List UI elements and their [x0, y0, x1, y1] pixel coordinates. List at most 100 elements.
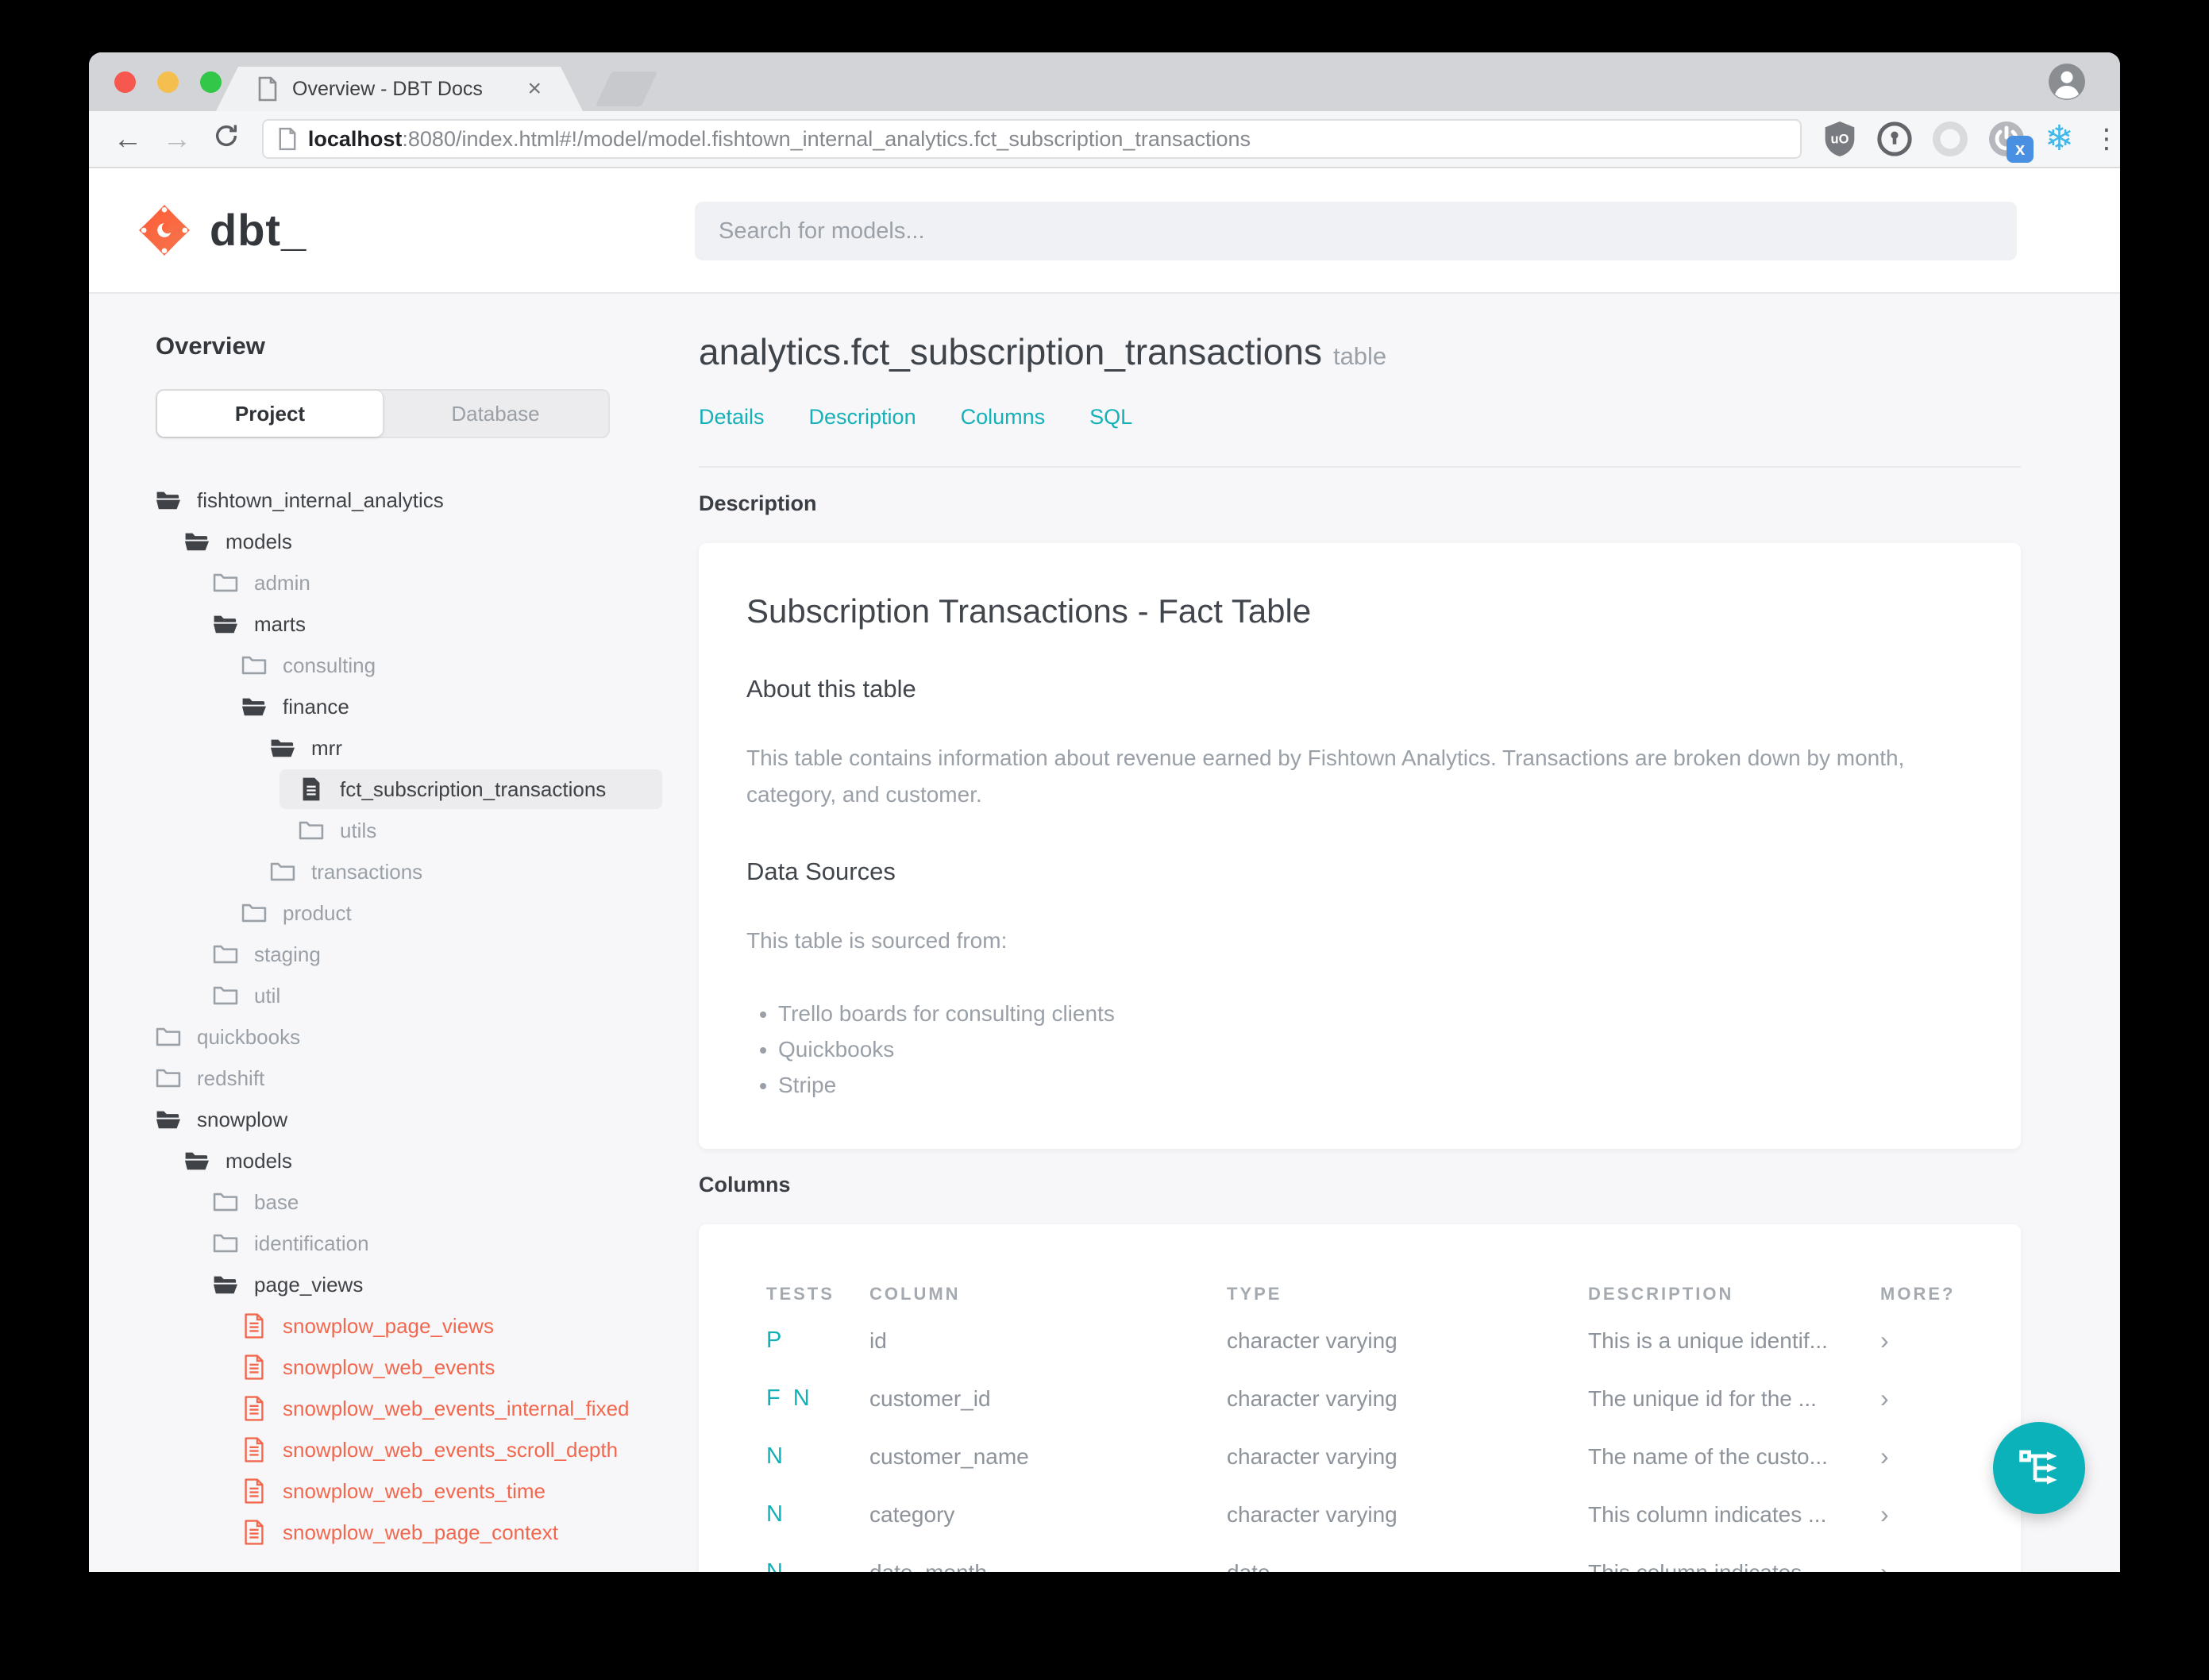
tree-item[interactable]: finance: [89, 686, 699, 727]
tree-item[interactable]: fishtown_internal_analytics: [89, 480, 699, 521]
tree-item[interactable]: snowplow_web_events_scroll_depth: [89, 1429, 699, 1470]
model-nav-link[interactable]: SQL: [1089, 405, 1132, 430]
browser-menu-icon[interactable]: ⋮: [2093, 123, 2120, 155]
tree-item[interactable]: snowplow_web_events: [89, 1347, 699, 1388]
tree-item-label: snowplow_web_events_internal_fixed: [283, 1396, 630, 1420]
model-nav-link[interactable]: Details: [699, 405, 765, 430]
column-header: TESTS: [766, 1284, 835, 1304]
file-icon: [245, 1354, 264, 1380]
column-row[interactable]: N customer_name character varying The na…: [699, 1428, 2021, 1485]
dbt-logo-text: dbt_: [210, 205, 307, 255]
tree-item[interactable]: consulting: [89, 645, 699, 686]
resource-type-badge: table: [1332, 342, 1387, 370]
browser-tabstrip: Overview - DBT Docs ×: [89, 52, 2120, 111]
folder-open-icon: [241, 698, 267, 716]
column-tests: N: [766, 1443, 786, 1469]
model-nav-link[interactable]: Columns: [961, 405, 1046, 430]
doc-about-text: This table contains information about re…: [746, 746, 1905, 807]
sidebar-heading: Overview: [156, 332, 265, 360]
folder-open-icon: [184, 1152, 210, 1170]
tab-close-icon[interactable]: ×: [527, 75, 542, 102]
expand-chevron-icon[interactable]: ›: [1880, 1558, 2021, 1572]
expand-chevron-icon[interactable]: ›: [1880, 1326, 2021, 1355]
app-header: dbt_: [89, 168, 2120, 294]
tree-item[interactable]: models: [89, 1140, 699, 1181]
back-button[interactable]: ←: [103, 122, 152, 156]
tree-item[interactable]: redshift: [89, 1058, 699, 1099]
folder-closed-icon: [213, 573, 238, 592]
power-extension-icon[interactable]: x: [1987, 120, 2034, 163]
page-title: analytics.fct_subscription_transactions: [699, 331, 1322, 372]
snowflake-extension-icon[interactable]: ❄: [2045, 121, 2074, 156]
tree-item-label: finance: [283, 694, 349, 719]
lineage-graph-fab[interactable]: [1993, 1422, 2085, 1514]
tree-item[interactable]: snowplow_web_events_internal_fixed: [89, 1388, 699, 1429]
folder-closed-icon: [241, 904, 267, 923]
tree-item[interactable]: base: [89, 1181, 699, 1223]
expand-chevron-icon[interactable]: ›: [1880, 1500, 2021, 1529]
column-header: COLUMN: [869, 1284, 961, 1304]
model-nav-link[interactable]: Description: [809, 405, 916, 430]
url-bar[interactable]: localhost:8080/index.html#!/model/model.…: [261, 119, 1802, 159]
source-toggle-option[interactable]: Project: [157, 391, 383, 437]
pocket-extension-icon[interactable]: [1932, 121, 1968, 157]
browser-tab[interactable]: Overview - DBT Docs ×: [216, 67, 583, 111]
tree-item[interactable]: snowplow_page_views: [89, 1305, 699, 1347]
reload-button[interactable]: [202, 122, 251, 156]
column-type: character varying: [1227, 1443, 1397, 1469]
tree-item-label: base: [254, 1189, 299, 1214]
tree-item[interactable]: fct_subscription_transactions: [89, 769, 699, 810]
tree-item[interactable]: transactions: [89, 851, 699, 892]
forward-button[interactable]: →: [152, 122, 202, 156]
tree-item-label: product: [283, 900, 352, 925]
dbt-logo[interactable]: dbt_: [138, 204, 306, 256]
svg-text:uO: uO: [1831, 133, 1849, 147]
column-type: character varying: [1227, 1327, 1397, 1353]
file-icon: [245, 1396, 264, 1421]
columns-table-header: TESTS COLUMN TYPE DESCRIPTION MORE?: [699, 1277, 2021, 1312]
tree-item[interactable]: quickbooks: [89, 1016, 699, 1058]
new-tab-button[interactable]: [595, 71, 658, 106]
ublock-extension-icon[interactable]: uO: [1822, 120, 1857, 158]
tree-item[interactable]: mrr: [89, 727, 699, 769]
browser-toolbar: ← → localhost:8080/index.html#!/model/mo…: [89, 111, 2120, 168]
page-icon: [279, 127, 296, 151]
tree-item[interactable]: identification: [89, 1223, 699, 1264]
close-window-button[interactable]: [114, 71, 136, 93]
column-row[interactable]: F N customer_id character varying The un…: [699, 1370, 2021, 1428]
column-row[interactable]: N date_month date This column indicates …: [699, 1543, 2021, 1572]
url-host: localhost: [307, 126, 403, 151]
tree-item-label: snowplow_web_events: [283, 1354, 495, 1379]
tree-item[interactable]: snowplow: [89, 1099, 699, 1140]
tree-item-label: page_views: [254, 1272, 364, 1297]
column-row[interactable]: P id character varying This is a unique …: [699, 1312, 2021, 1370]
file-icon: [245, 1520, 264, 1545]
tree-item[interactable]: snowplow_web_page_context: [89, 1512, 699, 1553]
tree-item[interactable]: models: [89, 521, 699, 562]
profile-avatar-icon[interactable]: [2047, 62, 2087, 102]
search-input[interactable]: [695, 202, 2017, 260]
expand-chevron-icon[interactable]: ›: [1880, 1384, 2021, 1413]
zoom-window-button[interactable]: [200, 71, 222, 93]
onepassword-extension-icon[interactable]: [1876, 121, 1913, 157]
main-panel: analytics.fct_subscription_transactions t…: [699, 294, 2021, 1572]
tree-item[interactable]: marts: [89, 603, 699, 645]
tree-item[interactable]: admin: [89, 562, 699, 603]
folder-closed-icon: [241, 656, 267, 675]
tree-item[interactable]: utils: [89, 810, 699, 851]
tree-item-label: snowplow_web_events_scroll_depth: [283, 1437, 619, 1462]
doc-sources-intro: This table is sourced from:: [746, 928, 1008, 953]
tree-item[interactable]: product: [89, 892, 699, 934]
tree-item[interactable]: snowplow_web_events_time: [89, 1470, 699, 1512]
source-toggle-option[interactable]: Database: [383, 391, 608, 437]
tree-item-label: admin: [254, 570, 310, 595]
tree-item[interactable]: util: [89, 975, 699, 1016]
tree-item[interactable]: staging: [89, 934, 699, 975]
source-list-item: Stripe: [778, 1067, 1976, 1103]
column-row[interactable]: N category character varying This column…: [699, 1485, 2021, 1543]
tree-item[interactable]: page_views: [89, 1264, 699, 1305]
folder-closed-icon: [213, 1193, 238, 1212]
column-name: id: [869, 1327, 887, 1353]
folder-closed-icon: [270, 862, 295, 881]
minimize-window-button[interactable]: [157, 71, 179, 93]
